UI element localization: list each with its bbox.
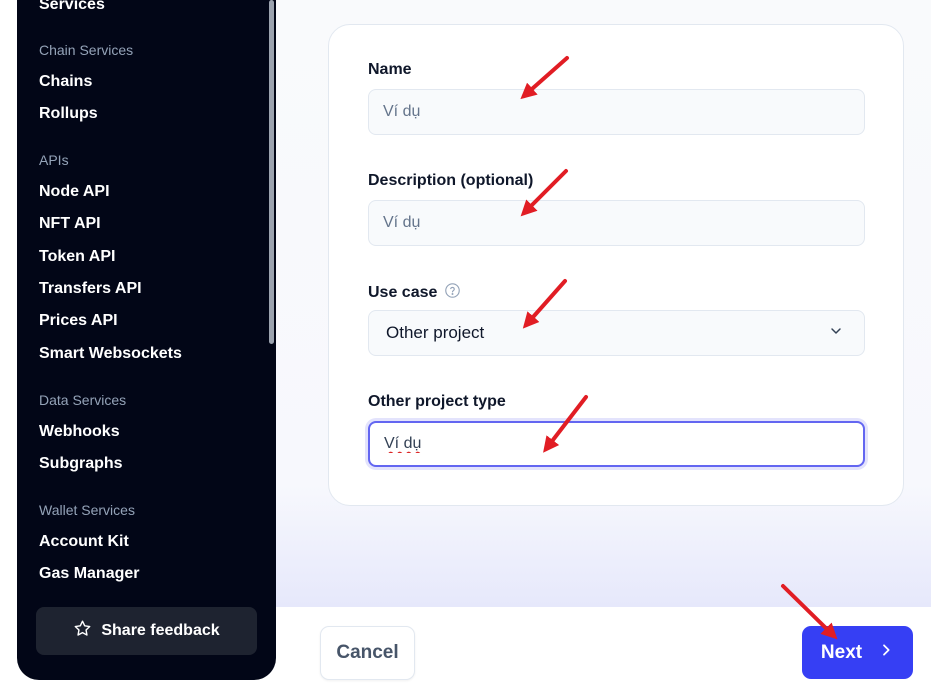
sidebar-item-transfers-api[interactable]: Transfers API	[39, 280, 142, 298]
sidebar-item-smart-websockets[interactable]: Smart Websockets	[39, 345, 182, 363]
use-case-selected-value: Other project	[386, 323, 485, 342]
share-feedback-button[interactable]: Share feedback	[36, 607, 257, 655]
sidebar-heading-data-services: Data Services	[39, 392, 127, 408]
other-project-type-label: Other project type	[368, 393, 506, 410]
sidebar-item-services[interactable]: Services	[39, 0, 105, 14]
chevron-right-icon	[878, 642, 894, 664]
star-outline-icon	[73, 619, 92, 643]
sidebar-item-subgraphs[interactable]: Subgraphs	[39, 455, 123, 473]
description-label: Description (optional)	[368, 172, 534, 189]
name-input[interactable]	[368, 89, 865, 135]
name-label: Name	[368, 61, 412, 78]
sidebar-item-token-api[interactable]: Token API	[39, 248, 115, 266]
sidebar-item-webhooks[interactable]: Webhooks	[39, 423, 120, 441]
cancel-button[interactable]: Cancel	[320, 626, 415, 680]
sidebar-item-gas-manager[interactable]: Gas Manager	[39, 565, 139, 583]
sidebar-item-nft-api[interactable]: NFT API	[39, 215, 101, 233]
question-circle-icon[interactable]	[444, 282, 461, 304]
use-case-label: Use case	[368, 282, 461, 304]
sidebar-heading-wallet-services: Wallet Services	[39, 502, 135, 518]
sidebar-item-chains[interactable]: Chains	[39, 73, 92, 91]
description-input[interactable]	[368, 200, 865, 246]
sidebar-heading-chain-services: Chain Services	[39, 42, 134, 58]
next-button[interactable]: Next	[802, 626, 913, 679]
sidebar-scrollbar[interactable]	[269, 0, 274, 344]
sidebar-heading-apis: APIs	[39, 152, 69, 168]
sidebar-item-prices-api[interactable]: Prices API	[39, 312, 118, 330]
use-case-select[interactable]: Other project	[368, 310, 865, 356]
sidebar-item-account-kit[interactable]: Account Kit	[39, 533, 129, 551]
sidebar: Services Chain Services Chains Rollups A…	[17, 0, 276, 680]
chevron-down-icon	[828, 323, 844, 344]
sidebar-item-rollups[interactable]: Rollups	[39, 105, 98, 123]
share-feedback-label: Share feedback	[101, 622, 220, 639]
next-label: Next	[820, 641, 863, 663]
sidebar-item-node-api[interactable]: Node API	[39, 183, 110, 201]
other-project-type-input[interactable]	[368, 421, 865, 467]
